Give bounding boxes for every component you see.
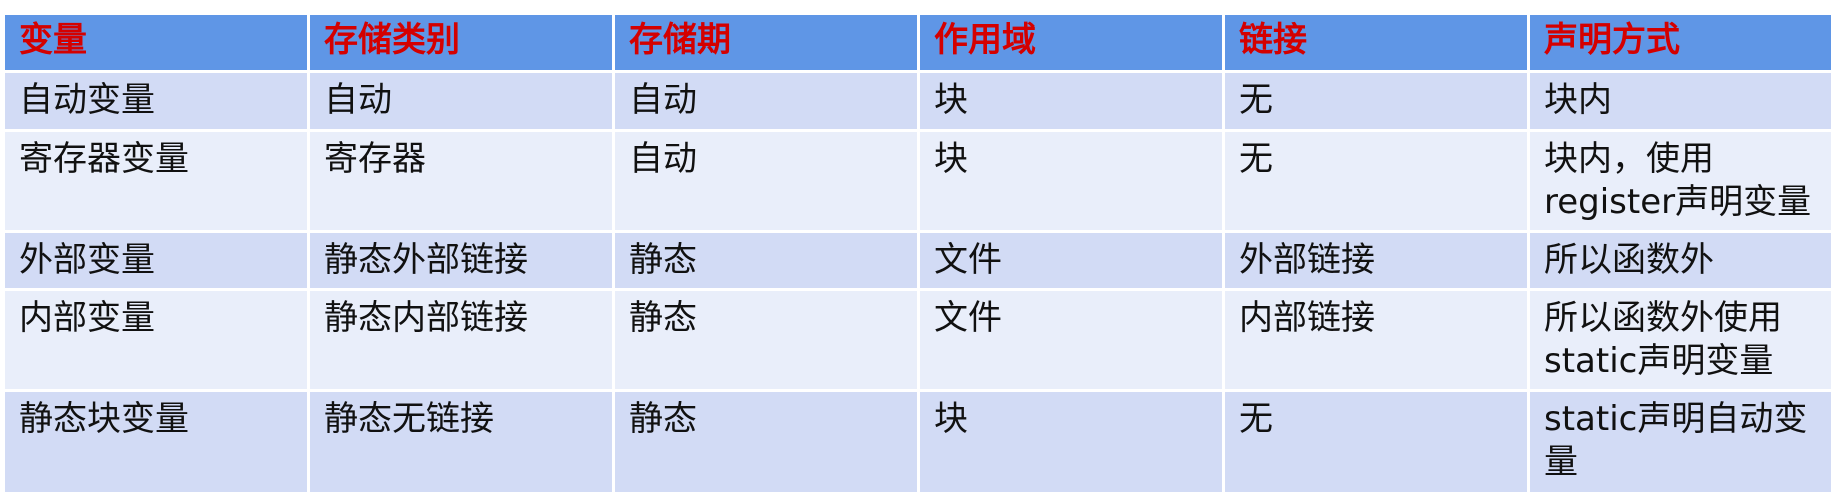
table-cell: 所以函数外 bbox=[1527, 230, 1834, 291]
table-cell: 静态 bbox=[612, 389, 920, 495]
table-cell: 无 bbox=[1222, 129, 1530, 233]
table-row: 静态块变量 静态无链接 静态 块 无 static声明自动变量 bbox=[2, 389, 1834, 495]
table-row: 寄存器变量 寄存器 自动 块 无 块内，使用register声明变量 bbox=[2, 129, 1834, 233]
table-cell: 无 bbox=[1222, 70, 1530, 132]
table-cell: 静态块变量 bbox=[2, 389, 310, 495]
table-row: 内部变量 静态内部链接 静态 文件 内部链接 所以函数外使用static声明变量 bbox=[2, 288, 1834, 392]
table-cell: 静态无链接 bbox=[307, 389, 615, 495]
table-row: 自动变量 自动 自动 块 无 块内 bbox=[2, 70, 1834, 132]
table-cell: static声明自动变量 bbox=[1527, 389, 1834, 495]
table-cell: 内部变量 bbox=[2, 288, 310, 392]
header-storage-duration: 存储期 bbox=[612, 12, 920, 73]
table-cell: 块 bbox=[917, 70, 1225, 132]
table-cell: 块内，使用register声明变量 bbox=[1527, 129, 1834, 233]
header-scope: 作用域 bbox=[917, 12, 1225, 73]
table-cell: 块 bbox=[917, 129, 1225, 233]
table-header-row: 变量 存储类别 存储期 作用域 链接 声明方式 bbox=[2, 12, 1834, 73]
table-cell: 自动 bbox=[307, 70, 615, 132]
header-declaration: 声明方式 bbox=[1527, 12, 1834, 73]
table-cell: 文件 bbox=[917, 230, 1225, 291]
table-cell: 静态 bbox=[612, 230, 920, 291]
table-cell: 内部链接 bbox=[1222, 288, 1530, 392]
table-cell: 静态内部链接 bbox=[307, 288, 615, 392]
table-cell: 无 bbox=[1222, 389, 1530, 495]
slide-canvas: 变量 存储类别 存储期 作用域 链接 声明方式 自动变量 自动 自动 块 无 块… bbox=[0, 0, 1839, 495]
header-storage-class: 存储类别 bbox=[307, 12, 615, 73]
table-row: 外部变量 静态外部链接 静态 文件 外部链接 所以函数外 bbox=[2, 230, 1834, 291]
table-cell: 块 bbox=[917, 389, 1225, 495]
storage-class-table: 变量 存储类别 存储期 作用域 链接 声明方式 自动变量 自动 自动 块 无 块… bbox=[2, 12, 1834, 495]
table-cell: 寄存器变量 bbox=[2, 129, 310, 233]
table-cell: 外部变量 bbox=[2, 230, 310, 291]
table-cell: 所以函数外使用static声明变量 bbox=[1527, 288, 1834, 392]
table-cell: 块内 bbox=[1527, 70, 1834, 132]
table-cell: 静态 bbox=[612, 288, 920, 392]
table-cell: 自动 bbox=[612, 129, 920, 233]
table-cell: 外部链接 bbox=[1222, 230, 1530, 291]
table-cell: 自动变量 bbox=[2, 70, 310, 132]
table-cell: 寄存器 bbox=[307, 129, 615, 233]
header-variable: 变量 bbox=[2, 12, 310, 73]
table-cell: 静态外部链接 bbox=[307, 230, 615, 291]
table-cell: 自动 bbox=[612, 70, 920, 132]
table-cell: 文件 bbox=[917, 288, 1225, 392]
header-linkage: 链接 bbox=[1222, 12, 1530, 73]
